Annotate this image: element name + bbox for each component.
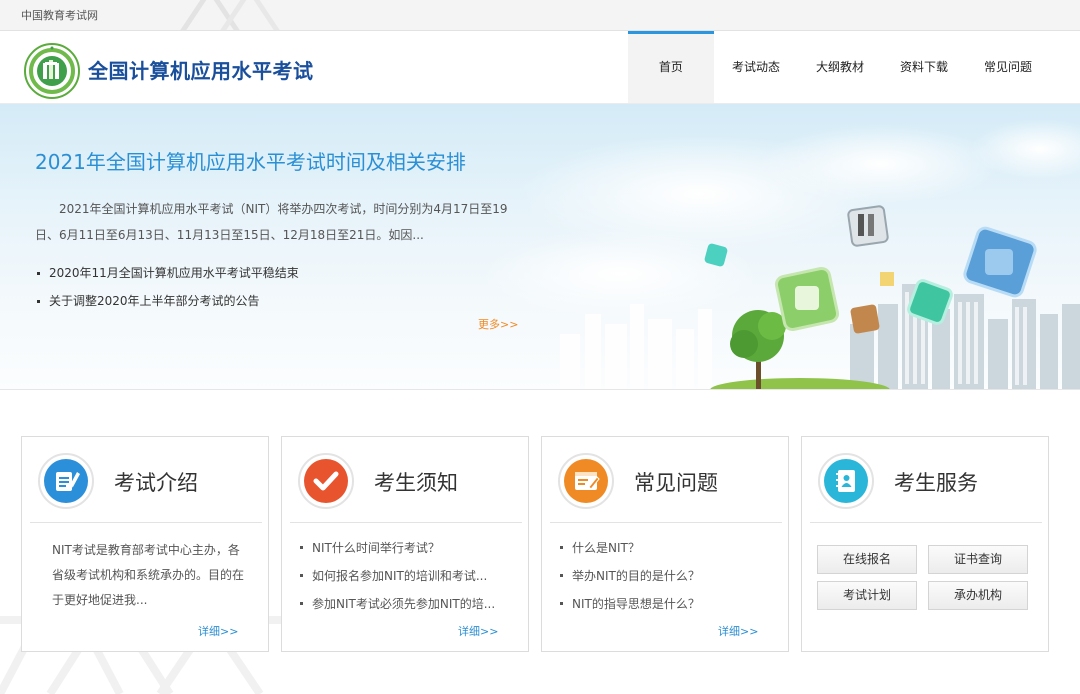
- card-description: NIT考试是教育部考试中心主办，各省级考试机构和系统承办的。目的在于更好地促进我…: [52, 543, 245, 607]
- list-item[interactable]: 举办NIT的目的是什么？: [560, 565, 700, 593]
- browser-edit-icon: [558, 453, 614, 509]
- site-title: 全国计算机应用水平考试: [88, 59, 314, 83]
- list-item[interactable]: NIT什么时间举行考试？: [300, 537, 495, 565]
- online-registration-button[interactable]: 在线报名: [817, 545, 917, 574]
- notice-list: NIT什么时间举行考试？ 如何报名参加NIT的培训和考试... 参加NIT考试必…: [300, 537, 495, 621]
- nav-item[interactable]: 大纲教材: [798, 31, 882, 103]
- card-title[interactable]: 考生服务: [894, 467, 978, 497]
- card-candidate-service: 考生服务 在线报名 证书查询 考试计划 承办机构: [801, 436, 1049, 652]
- certificate-query-button[interactable]: 证书查询: [928, 545, 1028, 574]
- nav-item[interactable]: 首页: [627, 31, 714, 103]
- list-item[interactable]: 参加NIT考试必须先参加NIT的培...: [300, 593, 495, 621]
- more-link[interactable]: 更多>>: [478, 316, 518, 332]
- nav-item[interactable]: 考试动态: [714, 31, 798, 103]
- news-item[interactable]: 关于调整2020年上半年部分考试的公告: [37, 287, 299, 315]
- main-nav: 首页 考试动态 大纲教材 资料下载 常见问题: [627, 31, 1050, 103]
- host-institution-button[interactable]: 承办机构: [928, 581, 1028, 610]
- service-buttons: 在线报名 证书查询 考试计划 承办机构: [817, 545, 1028, 610]
- card-title[interactable]: 考试介绍: [114, 467, 198, 497]
- bullet-icon: [560, 574, 563, 577]
- divider: [810, 522, 1042, 523]
- checkmark-icon: [298, 453, 354, 509]
- banner-news-list: 2020年11月全国计算机应用水平考试平稳结束 关于调整2020年上半年部分考试…: [37, 259, 299, 315]
- background-triangle-pattern: [180, 0, 280, 30]
- card-title[interactable]: 常见问题: [634, 467, 718, 497]
- document-pen-icon: [38, 453, 94, 509]
- bullet-icon: [300, 602, 303, 605]
- divider: [30, 522, 262, 523]
- detail-link[interactable]: 详细>>: [198, 623, 238, 639]
- site-name-link[interactable]: 中国教育考试网: [21, 9, 98, 22]
- card-faq: 常见问题 什么是NIT？ 举办NIT的目的是什么？ NIT的指导思想是什么？ 详…: [541, 436, 789, 652]
- bullet-icon: [300, 574, 303, 577]
- site-header: 全国计算机应用水平考试 首页 考试动态 大纲教材 资料下载 常见问题: [0, 31, 1080, 104]
- nit-logo[interactable]: [24, 43, 80, 99]
- top-strip: 中国教育考试网: [0, 0, 1080, 31]
- card-exam-intro: 考试介绍 NIT考试是教育部考试中心主办，各省级考试机构和系统承办的。目的在于更…: [21, 436, 269, 652]
- feature-cards: 考试介绍 NIT考试是教育部考试中心主办，各省级考试机构和系统承办的。目的在于更…: [21, 436, 1049, 652]
- bullet-icon: [37, 299, 40, 303]
- list-item[interactable]: 什么是NIT？: [560, 537, 700, 565]
- list-item[interactable]: NIT的指导思想是什么？: [560, 593, 700, 621]
- detail-link[interactable]: 详细>>: [718, 623, 758, 639]
- list-item[interactable]: 如何报名参加NIT的培训和考试...: [300, 565, 495, 593]
- hero-banner: 2021年全国计算机应用水平考试时间及相关安排 2021年全国计算机应用水平考试…: [0, 104, 1080, 390]
- banner-summary: 2021年全国计算机应用水平考试（NIT）将举办四次考试，时间分别为4月17日至…: [35, 202, 508, 242]
- exam-plan-button[interactable]: 考试计划: [817, 581, 917, 610]
- divider: [550, 522, 782, 523]
- nav-item[interactable]: 常见问题: [966, 31, 1050, 103]
- detail-link[interactable]: 详细>>: [458, 623, 498, 639]
- card-title[interactable]: 考生须知: [374, 467, 458, 497]
- bullet-icon: [560, 546, 563, 549]
- address-book-icon: [818, 453, 874, 509]
- news-item[interactable]: 2020年11月全国计算机应用水平考试平稳结束: [37, 259, 299, 287]
- bullet-icon: [560, 602, 563, 605]
- faq-list: 什么是NIT？ 举办NIT的目的是什么？ NIT的指导思想是什么？: [560, 537, 700, 621]
- card-candidate-notice: 考生须知 NIT什么时间举行考试？ 如何报名参加NIT的培训和考试... 参加N…: [281, 436, 529, 652]
- banner-headline[interactable]: 2021年全国计算机应用水平考试时间及相关安排: [35, 146, 466, 175]
- bullet-icon: [37, 271, 40, 275]
- bullet-icon: [300, 546, 303, 549]
- divider: [290, 522, 522, 523]
- nav-item[interactable]: 资料下载: [882, 31, 966, 103]
